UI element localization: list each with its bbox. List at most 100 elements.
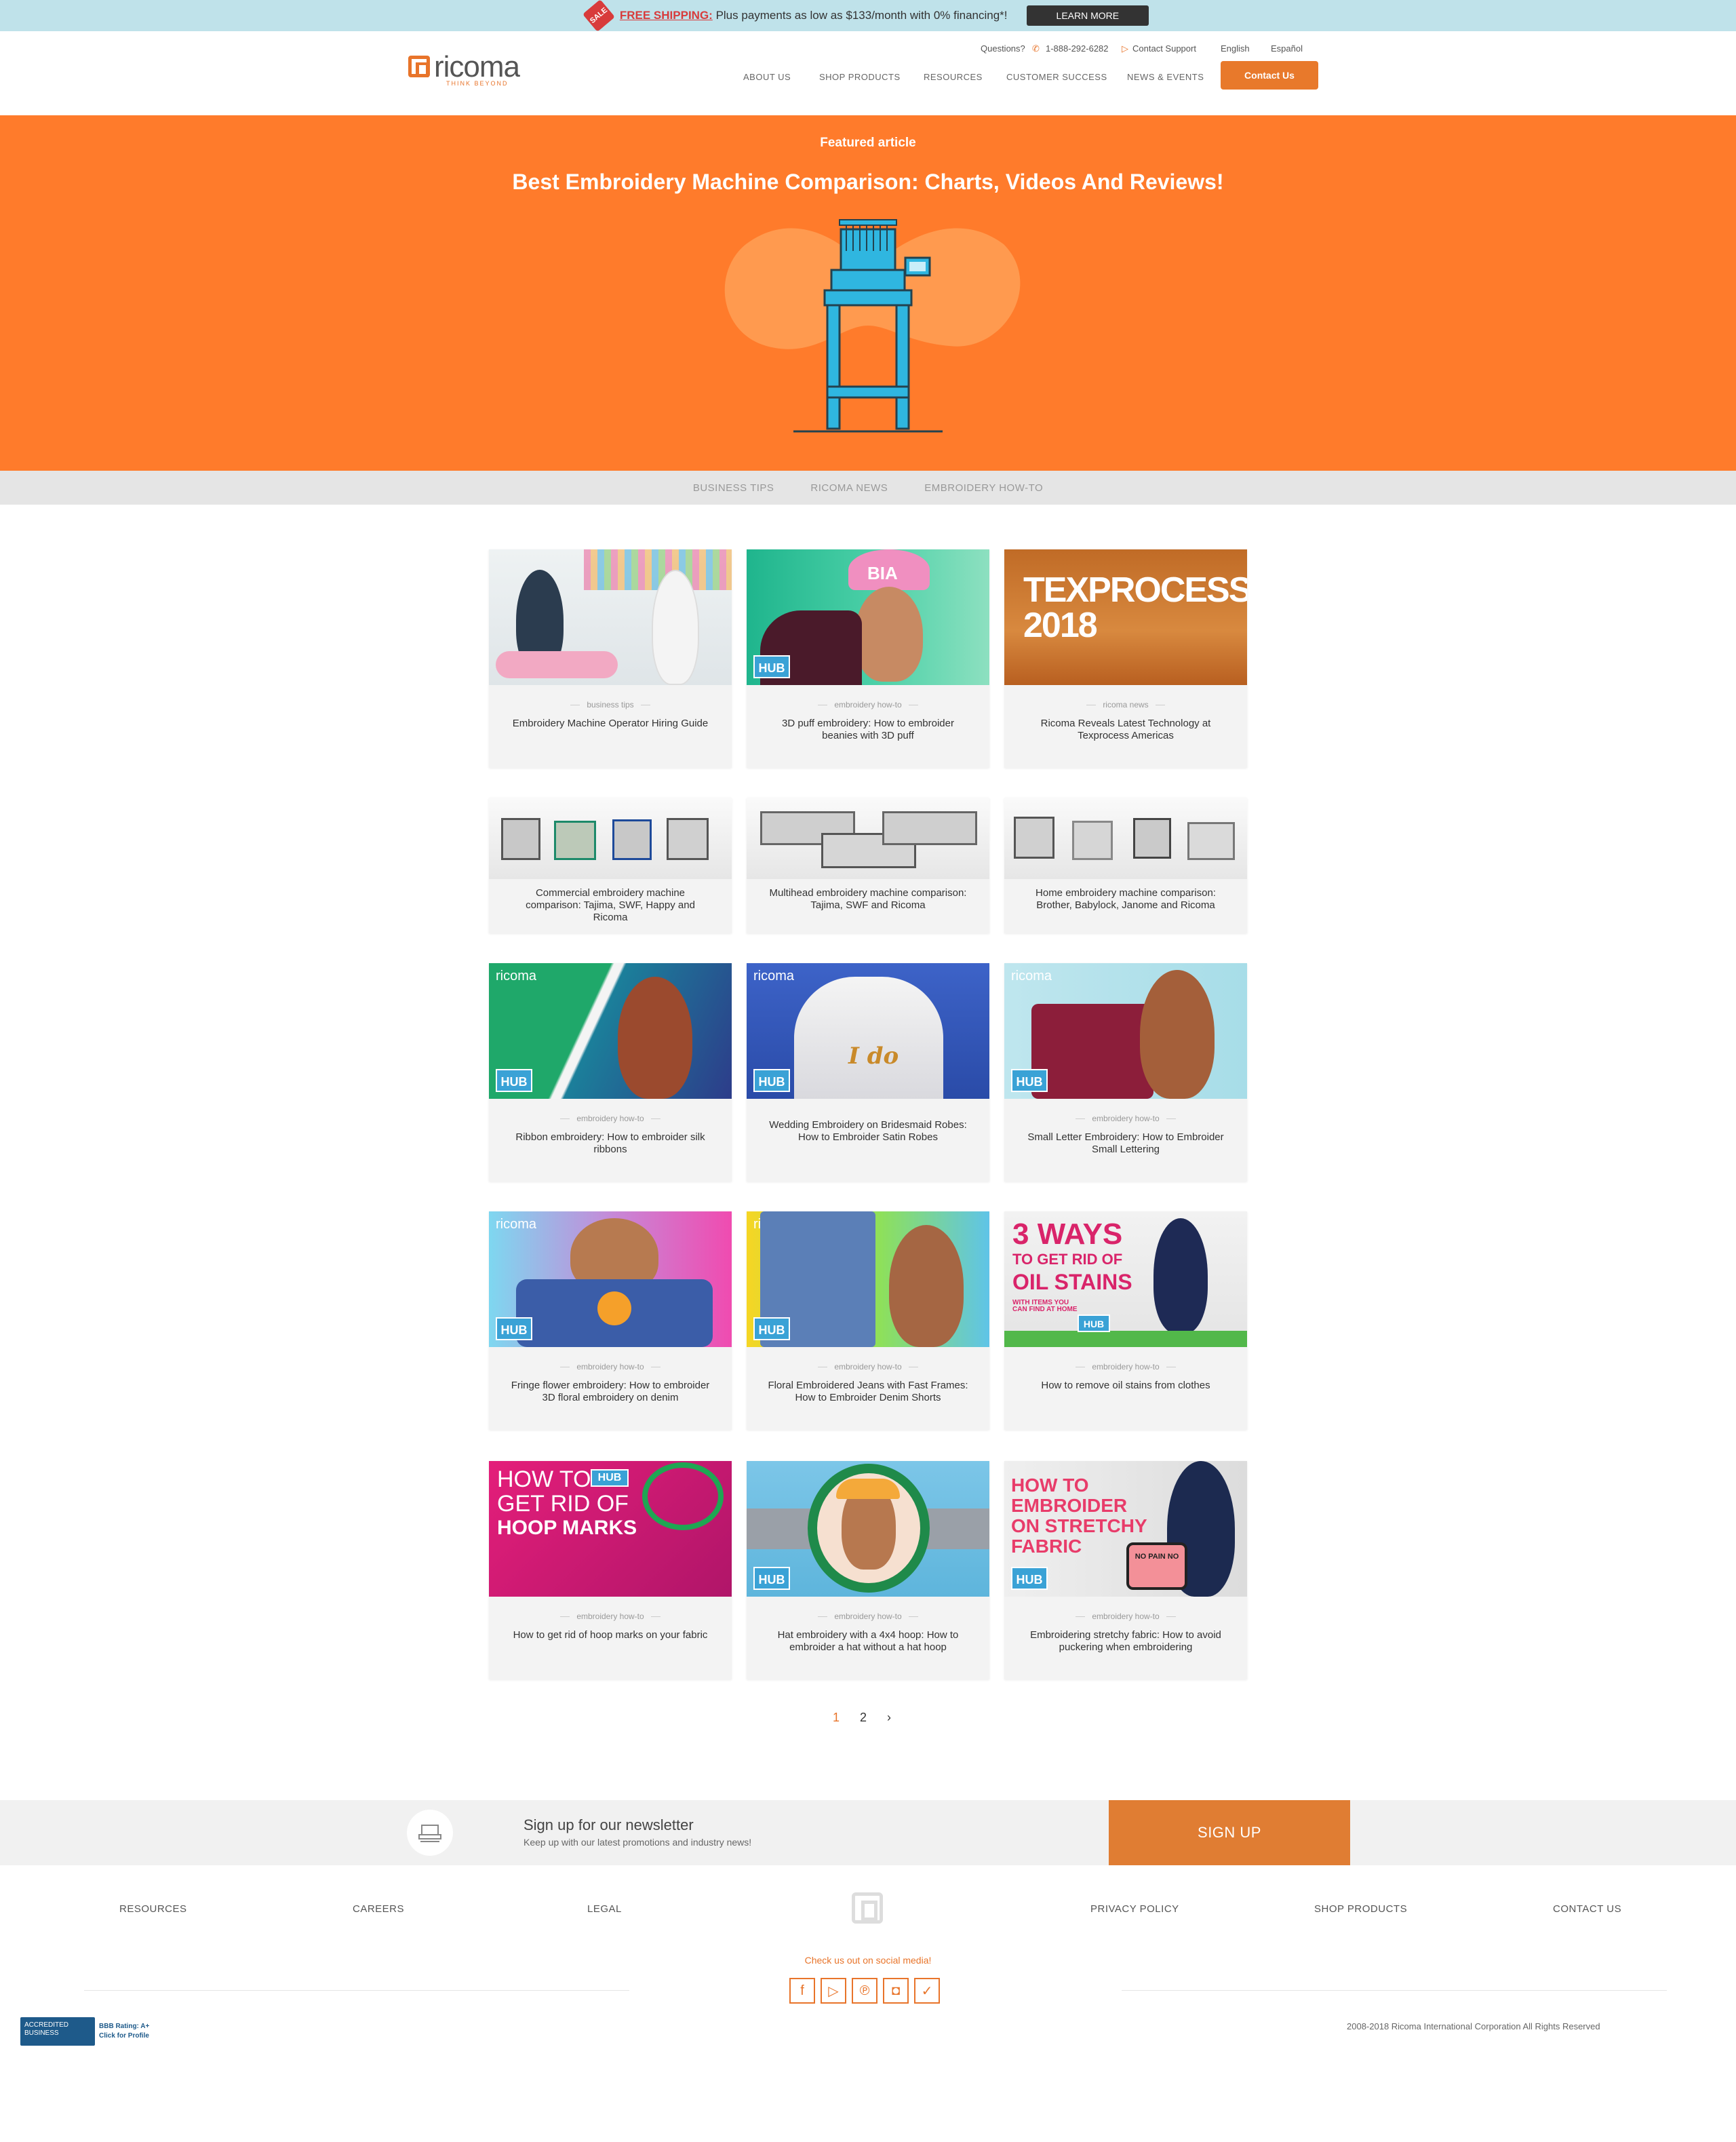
article-thumbnail: HOW TO GET RID OF HOOP MARKS HUB xyxy=(489,1461,732,1597)
article-title[interactable]: 3D puff embroidery: How to embroider bea… xyxy=(767,718,969,742)
ricoma-brand-mark: ricoma xyxy=(496,969,537,984)
ricoma-brand-mark: ricoma xyxy=(496,1217,537,1232)
hoop-title-3: HOOP MARKS xyxy=(497,1517,637,1539)
phone-link[interactable]: 1-888-292-6282 xyxy=(1046,43,1109,54)
article-card[interactable]: Commercial embroidery machine comparison… xyxy=(489,798,732,933)
oil-title-2: TO GET RID OF xyxy=(1012,1251,1123,1268)
nav-resources[interactable]: RESOURCES xyxy=(924,72,983,82)
article-title[interactable]: Hat embroidery with a 4x4 hoop: How to e… xyxy=(767,1629,969,1654)
article-title[interactable]: Commercial embroidery machine comparison… xyxy=(509,887,711,924)
promo-bar: SALE FREE SHIPPING: Plus payments as low… xyxy=(0,0,1736,32)
footer-legal-link[interactable]: LEGAL xyxy=(587,1903,622,1915)
oil-title-4: WITH ITEMS YOU CAN FIND AT HOME xyxy=(1012,1299,1078,1313)
bbb-accreditation[interactable]: ACCREDITED BUSINESS BBB Rating: A+ Click… xyxy=(20,2017,149,2046)
nav-news-events[interactable]: NEWS & EVENTS xyxy=(1127,72,1204,82)
article-thumbnail xyxy=(747,798,989,879)
category-embroidery-how-to[interactable]: EMBROIDERY HOW-TO xyxy=(924,482,1043,494)
article-title[interactable]: Ricoma Reveals Latest Technology at Texp… xyxy=(1025,718,1227,742)
article-title[interactable]: Wedding Embroidery on Bridesmaid Robes: … xyxy=(767,1119,969,1144)
newsletter-title: Sign up for our newsletter xyxy=(524,1816,694,1833)
nav-about-us[interactable]: ABOUT US xyxy=(743,72,791,82)
article-card[interactable]: HUB embroidery how-to Hat embroidery wit… xyxy=(747,1461,989,1679)
article-title[interactable]: Embroidery Machine Operator Hiring Guide xyxy=(509,718,711,730)
nav-shop-products[interactable]: SHOP PRODUCTS xyxy=(819,72,901,82)
article-category: embroidery how-to xyxy=(489,1114,732,1123)
hub-badge: HUB xyxy=(496,1317,532,1340)
twitter-icon[interactable]: ✓ xyxy=(914,1978,940,2004)
article-thumbnail: ricoma HUB xyxy=(747,1211,989,1347)
contact-us-button[interactable]: Contact Us xyxy=(1221,61,1318,90)
bbb-info: BBB Rating: A+ Click for Profile xyxy=(99,2022,149,2041)
hub-badge: HUB xyxy=(496,1069,532,1092)
bbb-click-profile[interactable]: Click for Profile xyxy=(99,2031,149,2041)
footer-divider-right xyxy=(1122,1990,1667,1991)
footer-careers-link[interactable]: CAREERS xyxy=(353,1903,404,1915)
article-card[interactable]: ricoma HUB embroidery how-to Ribbon embr… xyxy=(489,963,732,1182)
article-title[interactable]: Fringe flower embroidery: How to embroid… xyxy=(509,1380,711,1404)
stretch-title-1: HOW TO xyxy=(1011,1475,1089,1496)
category-ricoma-news[interactable]: RICOMA NEWS xyxy=(810,482,888,494)
site-header: ricoma THINK BEYOND Questions? ✆ 1-888-2… xyxy=(0,31,1736,115)
newsletter-bar: Sign up for our newsletter Keep up with … xyxy=(0,1800,1736,1865)
article-card[interactable]: BIA HUB embroidery how-to 3D puff embroi… xyxy=(747,549,989,768)
article-card[interactable]: ricoma HUB embroidery how-to Small Lette… xyxy=(1004,963,1247,1182)
footer-resources-link[interactable]: RESOURCES xyxy=(119,1903,187,1915)
sign-up-button[interactable]: SIGN UP xyxy=(1109,1800,1350,1865)
article-title[interactable]: Small Letter Embroidery: How to Embroide… xyxy=(1025,1131,1227,1156)
article-category: embroidery how-to xyxy=(489,1612,732,1621)
article-title[interactable]: Multihead embroidery machine comparison:… xyxy=(767,887,969,912)
free-shipping-link[interactable]: FREE SHIPPING: xyxy=(620,9,713,22)
contact-support-link[interactable]: Contact Support xyxy=(1132,43,1196,54)
article-category: embroidery how-to xyxy=(489,1362,732,1371)
nav-customer-success[interactable]: CUSTOMER SUCCESS xyxy=(1006,72,1107,82)
article-card[interactable]: business tips Embroidery Machine Operato… xyxy=(489,549,732,768)
article-card[interactable]: HOW TO EMBROIDER ON STRETCHY FABRIC NO P… xyxy=(1004,1461,1247,1679)
featured-article-hero[interactable]: Featured article Best Embroidery Machine… xyxy=(0,115,1736,471)
instagram-icon[interactable]: ◘ xyxy=(883,1978,909,2004)
facebook-icon[interactable]: f xyxy=(789,1978,815,2004)
article-title[interactable]: How to remove oil stains from clothes xyxy=(1025,1380,1227,1392)
article-card[interactable]: ricoma I do HUB Wedding Embroidery on Br… xyxy=(747,963,989,1182)
footer-contact-link[interactable]: CONTACT US xyxy=(1553,1903,1621,1915)
lang-english[interactable]: English xyxy=(1221,43,1250,54)
youtube-icon[interactable]: ▷ xyxy=(821,1978,846,2004)
article-card[interactable]: TEXPROCESS 2018 ricoma news Ricoma Revea… xyxy=(1004,549,1247,768)
sale-tag-icon: SALE xyxy=(582,0,615,32)
article-category: ricoma news xyxy=(1004,700,1247,709)
ricoma-logo[interactable]: ricoma THINK BEYOND xyxy=(408,50,520,87)
ricoma-logo-icon xyxy=(408,56,430,77)
hub-badge: HUB xyxy=(753,1317,790,1340)
article-title[interactable]: Home embroidery machine comparison: Brot… xyxy=(1025,887,1227,912)
learn-more-button[interactable]: LEARN MORE xyxy=(1026,5,1149,26)
footer-privacy-link[interactable]: PRIVACY POLICY xyxy=(1090,1903,1179,1915)
oil-title-3: OIL STAINS xyxy=(1012,1270,1132,1294)
texprocess-title: TEXPROCESS 2018 xyxy=(1023,570,1247,645)
lang-espanol[interactable]: Español xyxy=(1271,43,1303,54)
page-2-link[interactable]: 2 xyxy=(860,1711,867,1725)
article-category: embroidery how-to xyxy=(747,1612,989,1621)
article-thumbnail: HUB xyxy=(747,1461,989,1597)
article-card[interactable]: Multihead embroidery machine comparison:… xyxy=(747,798,989,933)
hub-badge: HUB xyxy=(753,1567,790,1590)
article-title[interactable]: Floral Embroidered Jeans with Fast Frame… xyxy=(767,1380,969,1404)
phone-icon: ✆ xyxy=(1032,43,1040,54)
next-page-icon[interactable]: › xyxy=(887,1711,891,1725)
page-1-link[interactable]: 1 xyxy=(833,1711,840,1725)
article-category: business tips xyxy=(489,700,732,709)
ricoma-footer-logo-icon[interactable] xyxy=(852,1892,883,1924)
article-category: embroidery how-to xyxy=(1004,1612,1247,1621)
article-card[interactable]: 3 WAYS TO GET RID OF OIL STAINS WITH ITE… xyxy=(1004,1211,1247,1430)
article-title[interactable]: Ribbon embroidery: How to embroider silk… xyxy=(509,1131,711,1156)
category-business-tips[interactable]: BUSINESS TIPS xyxy=(693,482,774,494)
newsletter-subtitle: Keep up with our latest promotions and i… xyxy=(524,1837,752,1848)
article-card[interactable]: ricoma HUB embroidery how-to Fringe flow… xyxy=(489,1211,732,1430)
pinterest-icon[interactable]: ℗ xyxy=(852,1978,877,2004)
article-card[interactable]: HOW TO GET RID OF HOOP MARKS HUB embroid… xyxy=(489,1461,732,1679)
article-card[interactable]: Home embroidery machine comparison: Brot… xyxy=(1004,798,1247,933)
article-card[interactable]: ricoma HUB embroidery how-to Floral Embr… xyxy=(747,1211,989,1430)
article-title[interactable]: Embroidering stretchy fabric: How to avo… xyxy=(1025,1629,1227,1654)
featured-title[interactable]: Best Embroidery Machine Comparison: Char… xyxy=(0,170,1736,195)
footer-shop-products-link[interactable]: SHOP PRODUCTS xyxy=(1314,1903,1407,1915)
logo-wordmark: ricoma xyxy=(434,50,520,83)
article-title[interactable]: How to get rid of hoop marks on your fab… xyxy=(509,1629,711,1641)
